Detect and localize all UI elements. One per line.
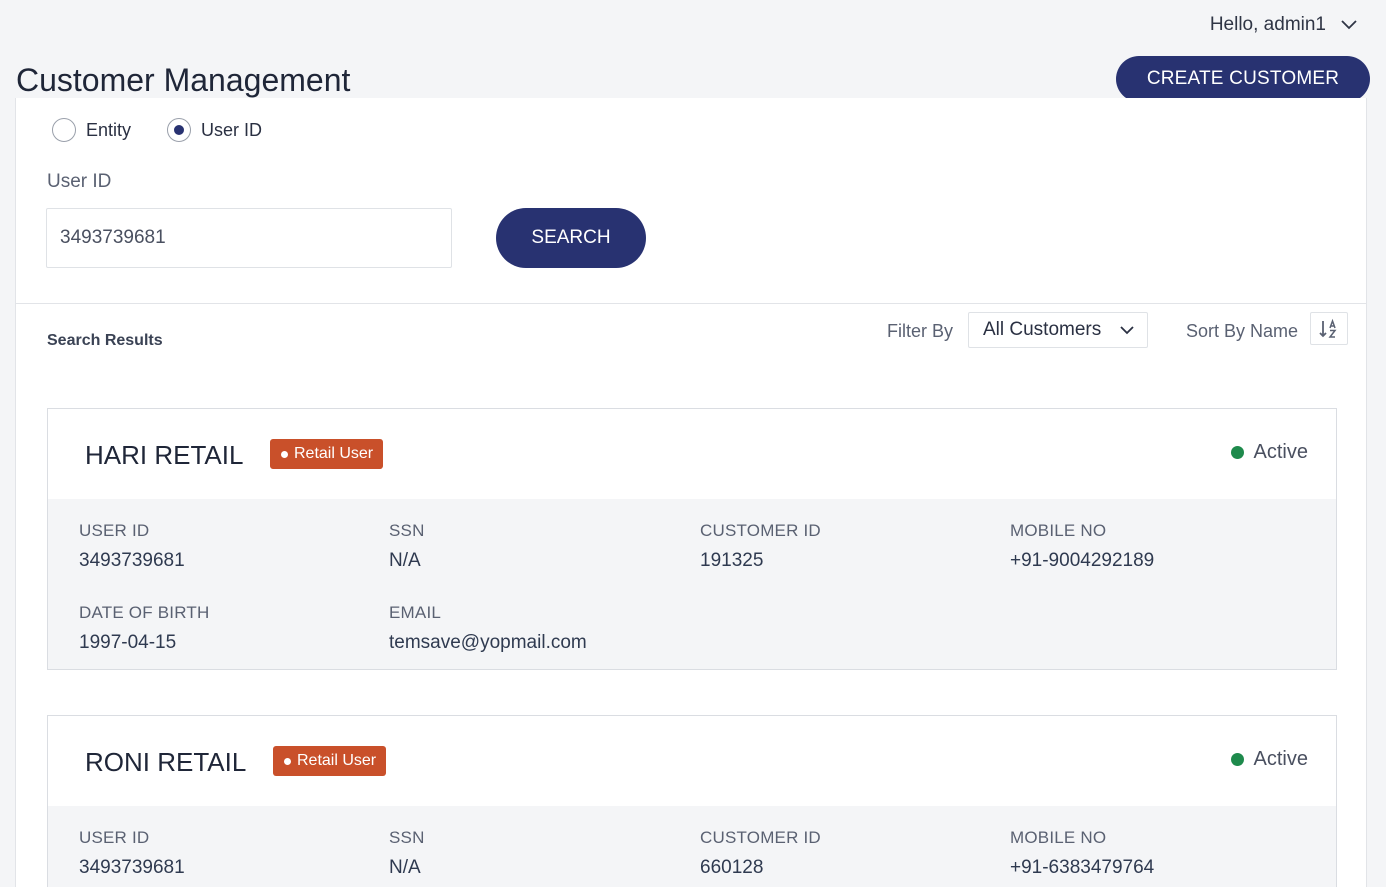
radio-user-id-circle[interactable] [167, 118, 192, 142]
search-results-label: Search Results [47, 332, 163, 349]
divider [16, 303, 1366, 304]
detail-label: CUSTOMER ID [700, 521, 821, 540]
detail-user-id: USER ID 3493739681 [79, 521, 185, 572]
search-type-radio-group: Entity User ID [52, 118, 262, 142]
chevron-down-icon [1120, 326, 1134, 335]
sort-button[interactable] [1310, 312, 1348, 345]
radio-entity[interactable]: Entity [52, 118, 131, 142]
customer-card[interactable]: HARI RETAIL Retail User Active USER ID 3… [47, 408, 1337, 670]
status-label: Active [1253, 748, 1308, 770]
status-label: Active [1253, 441, 1308, 463]
detail-value: temsave@yopmail.com [389, 632, 587, 653]
search-button[interactable]: SEARCH [496, 208, 646, 268]
detail-value: 191325 [700, 550, 764, 571]
detail-label: SSN [389, 521, 425, 540]
detail-label: USER ID [79, 521, 150, 540]
detail-label: DATE OF BIRTH [79, 603, 210, 622]
detail-user-id: USER ID 3493739681 [79, 828, 185, 879]
status-dot-icon [1230, 753, 1244, 766]
customer-name: RONI RETAIL [85, 747, 247, 777]
detail-label: CUSTOMER ID [700, 828, 821, 847]
detail-value: 3493739681 [79, 550, 185, 571]
user-id-input[interactable] [46, 208, 452, 268]
user-menu[interactable]: Hello, admin1 [1210, 12, 1358, 38]
customer-search-panel: Entity User ID User ID SEARCH Search Res… [15, 98, 1367, 887]
detail-label: USER ID [79, 828, 150, 847]
customer-card-header: HARI RETAIL Retail User Active [48, 409, 1336, 499]
detail-value: 3493739681 [79, 857, 185, 878]
page-title: Customer Management [16, 62, 351, 98]
detail-value: 1997-04-15 [79, 632, 177, 653]
chevron-down-icon [1341, 20, 1357, 30]
badge-dot-icon [281, 450, 288, 458]
customer-type-badge: Retail User [273, 746, 387, 776]
status-indicator: Active [1230, 441, 1308, 464]
radio-entity-label: Entity [86, 119, 132, 140]
badge-dot-icon [284, 757, 291, 765]
create-customer-button[interactable]: CREATE CUSTOMER [1116, 56, 1370, 102]
customer-card-header: RONI RETAIL Retail User Active [48, 716, 1336, 806]
detail-customer-id: CUSTOMER ID 191325 [700, 521, 821, 572]
radio-user-id[interactable]: User ID [167, 118, 262, 142]
detail-value: N/A [389, 550, 421, 571]
status-dot-icon [1230, 446, 1244, 459]
customer-card-details: USER ID 3493739681 SSN N/A CUSTOMER ID 1… [48, 499, 1336, 669]
detail-value: N/A [389, 857, 421, 878]
user-greeting: Hello, admin1 [1209, 14, 1326, 35]
detail-value: +91-9004292189 [1010, 550, 1155, 571]
detail-value: +91-6383479764 [1010, 857, 1155, 878]
status-indicator: Active [1230, 748, 1308, 771]
detail-mobile: MOBILE NO +91-6383479764 [1010, 828, 1154, 879]
filter-select[interactable]: All Customers [968, 312, 1148, 348]
customer-type-badge: Retail User [270, 439, 384, 469]
detail-customer-id: CUSTOMER ID 660128 [700, 828, 821, 879]
badge-label: Retail User [294, 445, 374, 462]
sort-alpha-icon [1319, 318, 1337, 338]
detail-mobile: MOBILE NO +91-9004292189 [1010, 521, 1154, 572]
detail-label: MOBILE NO [1010, 521, 1107, 540]
filter-select-value: All Customers [983, 319, 1102, 340]
radio-user-id-label: User ID [201, 119, 263, 140]
detail-label: MOBILE NO [1010, 828, 1107, 847]
detail-value: 660128 [700, 857, 764, 878]
detail-email: EMAIL temsave@yopmail.com [389, 603, 587, 654]
radio-entity-circle[interactable] [52, 118, 76, 142]
detail-ssn: SSN N/A [389, 521, 425, 572]
sort-by-name-label: Sort By Name [1186, 321, 1299, 341]
detail-ssn: SSN N/A [389, 828, 425, 879]
badge-label: Retail User [297, 752, 377, 769]
filter-by-label: Filter By [887, 321, 954, 341]
detail-label: EMAIL [389, 603, 442, 622]
detail-label: SSN [389, 828, 425, 847]
detail-dob: DATE OF BIRTH 1997-04-15 [79, 603, 209, 654]
customer-name: HARI RETAIL [85, 440, 244, 470]
user-id-field-label: User ID [47, 171, 112, 192]
customer-card[interactable]: RONI RETAIL Retail User Active USER ID 3… [47, 715, 1337, 887]
customer-card-details: USER ID 3493739681 SSN N/A CUSTOMER ID 6… [48, 806, 1336, 887]
